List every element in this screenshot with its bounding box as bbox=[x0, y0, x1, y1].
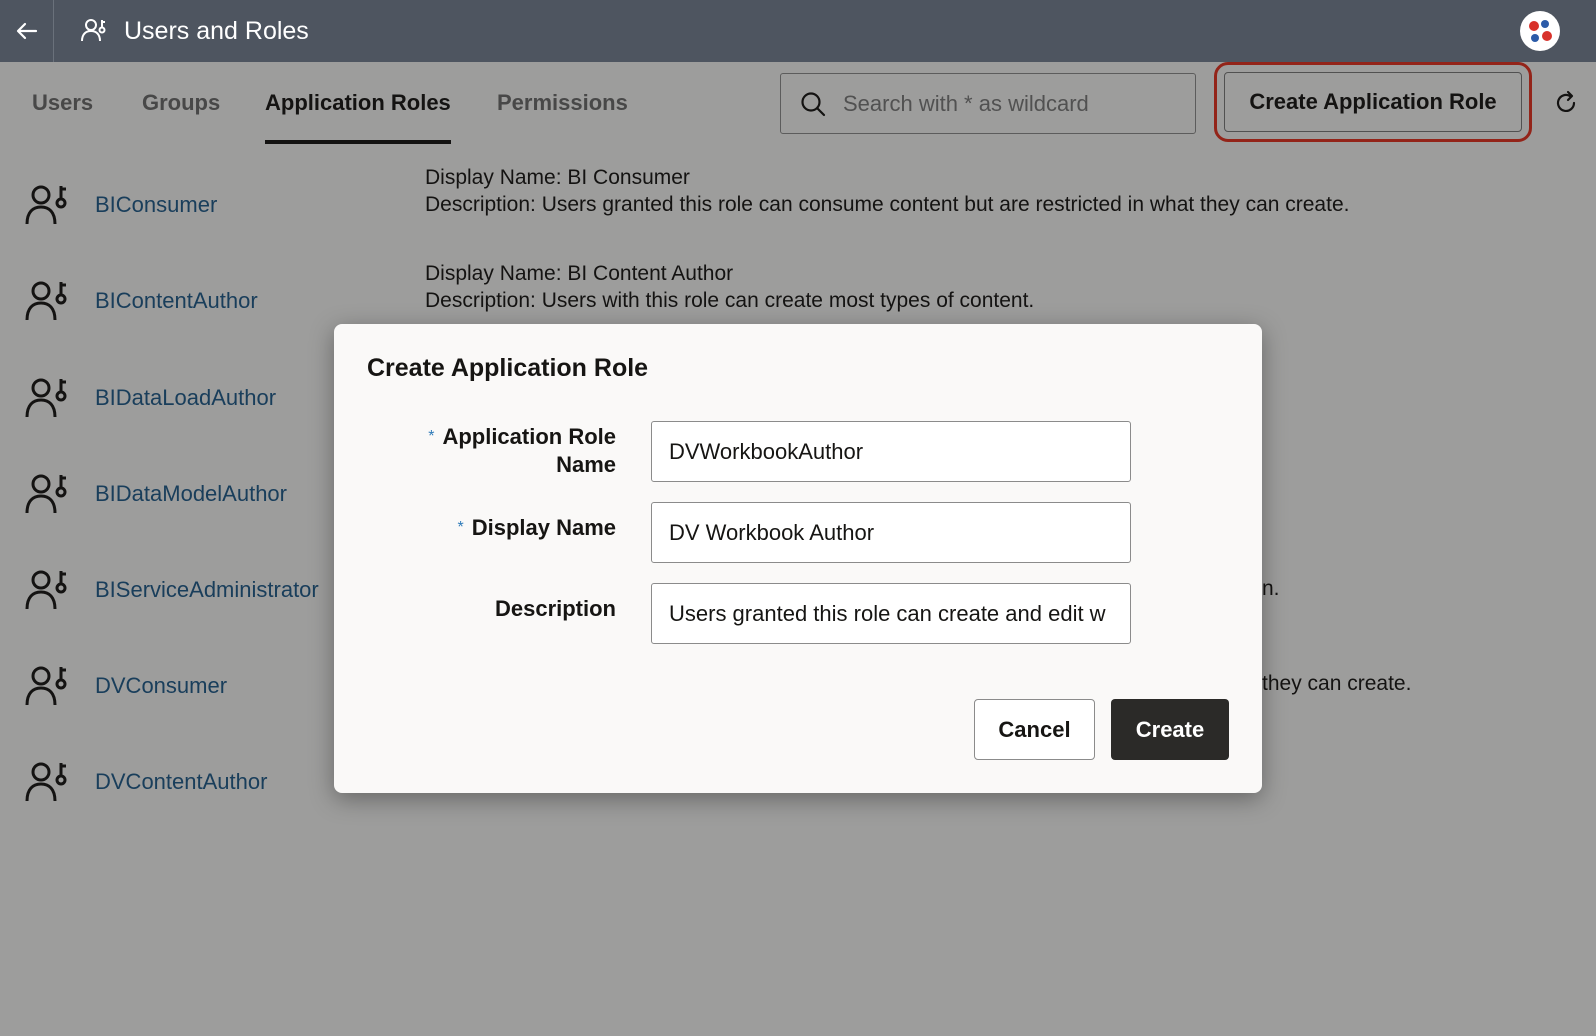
dialog-title: Create Application Role bbox=[367, 354, 649, 382]
display-name-label: * Display Name bbox=[457, 515, 616, 540]
users-roles-icon bbox=[80, 16, 110, 46]
role-name-field[interactable]: DVWorkbookAuthor bbox=[651, 421, 1131, 482]
app-header: Users and Roles bbox=[0, 0, 1596, 62]
back-button[interactable] bbox=[0, 0, 54, 62]
display-name-field[interactable]: DV Workbook Author bbox=[651, 502, 1131, 563]
create-button[interactable]: Create bbox=[1111, 699, 1229, 760]
user-avatar[interactable] bbox=[1520, 11, 1560, 51]
avatar-logo-icon bbox=[1529, 20, 1552, 42]
arrow-left-icon bbox=[16, 22, 37, 40]
role-name-label: * Application Role Name bbox=[428, 424, 616, 477]
description-field[interactable]: Users granted this role can create and e… bbox=[651, 583, 1131, 644]
cancel-button[interactable]: Cancel bbox=[974, 699, 1095, 760]
page-title: Users and Roles bbox=[124, 16, 309, 45]
description-label: Description bbox=[494, 596, 616, 621]
required-indicator: * bbox=[457, 519, 464, 536]
required-indicator: * bbox=[428, 428, 435, 445]
create-application-role-dialog: Create Application Role * Application Rol… bbox=[334, 324, 1262, 793]
